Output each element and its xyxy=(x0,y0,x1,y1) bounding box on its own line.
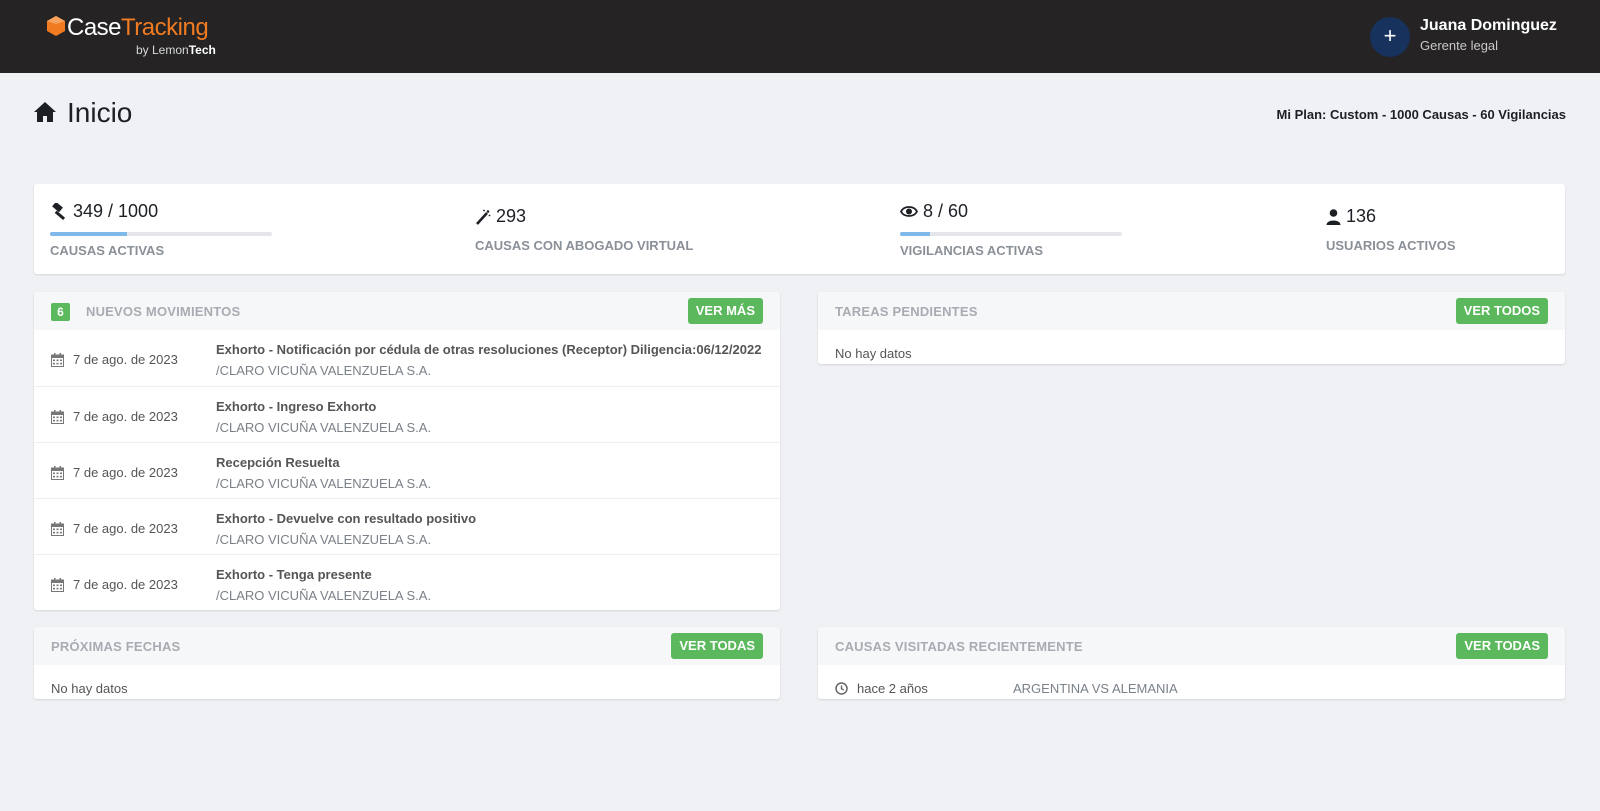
recent-case-name[interactable]: ARGENTINA VS ALEMANIA xyxy=(1013,681,1178,696)
tareas-title: TAREAS PENDIENTES xyxy=(835,304,978,319)
stat-causas-activas[interactable]: 349 / 1000 CAUSAS ACTIVAS xyxy=(50,184,430,274)
movimiento-title[interactable]: Exhorto - Ingreso Exhorto xyxy=(216,399,376,414)
movimiento-date: 7 de ago. de 2023 xyxy=(73,577,178,592)
ver-todas-recientes-button[interactable]: VER TODAS xyxy=(1456,633,1548,659)
movimiento-title[interactable]: Exhorto - Devuelve con resultado positiv… xyxy=(216,511,476,526)
tareas-header: TAREAS PENDIENTES VER TODOS xyxy=(818,292,1565,330)
calendar-icon xyxy=(51,410,64,424)
plan-summary: Mi Plan: Custom - 1000 Causas - 60 Vigil… xyxy=(1276,107,1566,122)
movimiento-title[interactable]: Exhorto - Tenga presente xyxy=(216,567,372,582)
causas-progress-bar xyxy=(50,232,272,236)
tareas-panel: TAREAS PENDIENTES VER TODOS No hay datos xyxy=(818,292,1565,364)
movimientos-title: NUEVOS MOVIMIENTOS xyxy=(86,304,241,319)
recientes-panel: CAUSAS VISITADAS RECIENTEMENTE VER TODAS… xyxy=(818,627,1565,699)
stats-card: 349 / 1000 CAUSAS ACTIVAS 293 CAUSAS CON… xyxy=(34,184,1565,274)
ver-todos-tareas-button[interactable]: VER TODOS xyxy=(1455,298,1548,324)
movimiento-date: 7 de ago. de 2023 xyxy=(73,352,178,367)
movimiento-case[interactable]: /CLARO VICUÑA VALENZUELA S.A. xyxy=(216,363,431,378)
eye-icon xyxy=(900,206,918,217)
user-name[interactable]: Juana Dominguez xyxy=(1420,17,1557,35)
stat-abogado-value: 293 xyxy=(496,206,527,226)
page-title: Inicio xyxy=(67,97,133,128)
stat-vigilancias-activas[interactable]: 8 / 60 VIGILANCIAS ACTIVAS xyxy=(900,184,1280,274)
logo-byline: by LemonTech xyxy=(136,43,216,57)
calendar-icon xyxy=(51,353,64,367)
recientes-header: CAUSAS VISITADAS RECIENTEMENTE VER TODAS xyxy=(818,627,1565,665)
ver-mas-button[interactable]: VER MÁS xyxy=(687,298,763,324)
stat-causas-label: CAUSAS ACTIVAS xyxy=(50,243,165,258)
movimiento-date: 7 de ago. de 2023 xyxy=(73,521,178,536)
movimiento-title[interactable]: Recepción Resuelta xyxy=(216,455,340,470)
movimiento-row[interactable]: 7 de ago. de 2023 Exhorto - Notificación… xyxy=(34,330,780,386)
gavel-icon xyxy=(52,203,66,220)
calendar-icon xyxy=(51,466,64,480)
ver-todas-fechas-button[interactable]: VER TODAS xyxy=(671,633,763,659)
movimiento-row[interactable]: 7 de ago. de 2023 Recepción Resuelta /CL… xyxy=(34,442,780,498)
movimiento-case[interactable]: /CLARO VICUÑA VALENZUELA S.A. xyxy=(216,476,431,491)
fechas-empty-text: No hay datos xyxy=(51,681,128,696)
stat-usuarios-activos[interactable]: 136 USUARIOS ACTIVOS xyxy=(1326,184,1546,274)
fechas-title: PRÓXIMAS FECHAS xyxy=(51,639,181,654)
fechas-panel: PRÓXIMAS FECHAS VER TODAS No hay datos xyxy=(34,627,780,699)
recientes-title: CAUSAS VISITADAS RECIENTEMENTE xyxy=(835,639,1083,654)
logo-hexagon-icon xyxy=(47,16,65,36)
movimiento-date: 7 de ago. de 2023 xyxy=(73,409,178,424)
stat-usuarios-label: USUARIOS ACTIVOS xyxy=(1326,238,1456,253)
vigilancias-progress-bar xyxy=(900,232,1122,236)
calendar-icon xyxy=(51,522,64,536)
stat-usuarios-value: 136 xyxy=(1346,206,1377,226)
stat-abogado-virtual[interactable]: 293 CAUSAS CON ABOGADO VIRTUAL xyxy=(475,184,855,274)
home-icon xyxy=(34,102,56,122)
movimiento-case[interactable]: /CLARO VICUÑA VALENZUELA S.A. xyxy=(216,420,431,435)
magic-wand-icon xyxy=(476,209,491,225)
vigilancias-progress-fill xyxy=(900,232,930,236)
movimiento-row[interactable]: 7 de ago. de 2023 Exhorto - Tenga presen… xyxy=(34,554,780,610)
calendar-icon xyxy=(51,578,64,592)
user-icon xyxy=(1326,208,1341,225)
stat-causas-value: 349 / 1000 xyxy=(73,201,159,221)
causas-progress-fill xyxy=(50,232,128,236)
movimiento-row[interactable]: 7 de ago. de 2023 Exhorto - Devuelve con… xyxy=(34,498,780,554)
user-avatar[interactable]: + xyxy=(1370,17,1410,57)
logo-text: CaseTracking xyxy=(67,14,209,41)
tareas-empty-text: No hay datos xyxy=(835,346,912,361)
movimiento-date: 7 de ago. de 2023 xyxy=(73,465,178,480)
movimiento-row[interactable]: 7 de ago. de 2023 Exhorto - Ingreso Exho… xyxy=(34,386,780,442)
casetracking-logo[interactable]: CaseTracking by LemonTech xyxy=(47,14,222,60)
clock-icon xyxy=(835,682,848,695)
movimientos-panel: 6 NUEVOS MOVIMIENTOS VER MÁS 7 de ago. d… xyxy=(34,292,780,610)
movimiento-case[interactable]: /CLARO VICUÑA VALENZUELA S.A. xyxy=(216,588,431,603)
stat-vigilancias-value: 8 / 60 xyxy=(923,201,969,221)
user-role: Gerente legal xyxy=(1420,38,1499,53)
recent-case-time: hace 2 años xyxy=(857,681,928,696)
fechas-header: PRÓXIMAS FECHAS VER TODAS xyxy=(34,627,780,665)
movimiento-case[interactable]: /CLARO VICUÑA VALENZUELA S.A. xyxy=(216,532,431,547)
top-bar: CaseTracking by LemonTech + Juana Doming… xyxy=(0,0,1600,73)
movimientos-count-badge: 6 xyxy=(51,303,70,321)
stat-abogado-label: CAUSAS CON ABOGADO VIRTUAL xyxy=(475,238,694,253)
stat-vigilancias-label: VIGILANCIAS ACTIVAS xyxy=(900,243,1044,258)
movimientos-header: 6 NUEVOS MOVIMIENTOS VER MÁS xyxy=(34,292,780,330)
movimientos-list: 7 de ago. de 2023 Exhorto - Notificación… xyxy=(34,330,780,610)
movimiento-title[interactable]: Exhorto - Notificación por cédula de otr… xyxy=(216,342,761,357)
